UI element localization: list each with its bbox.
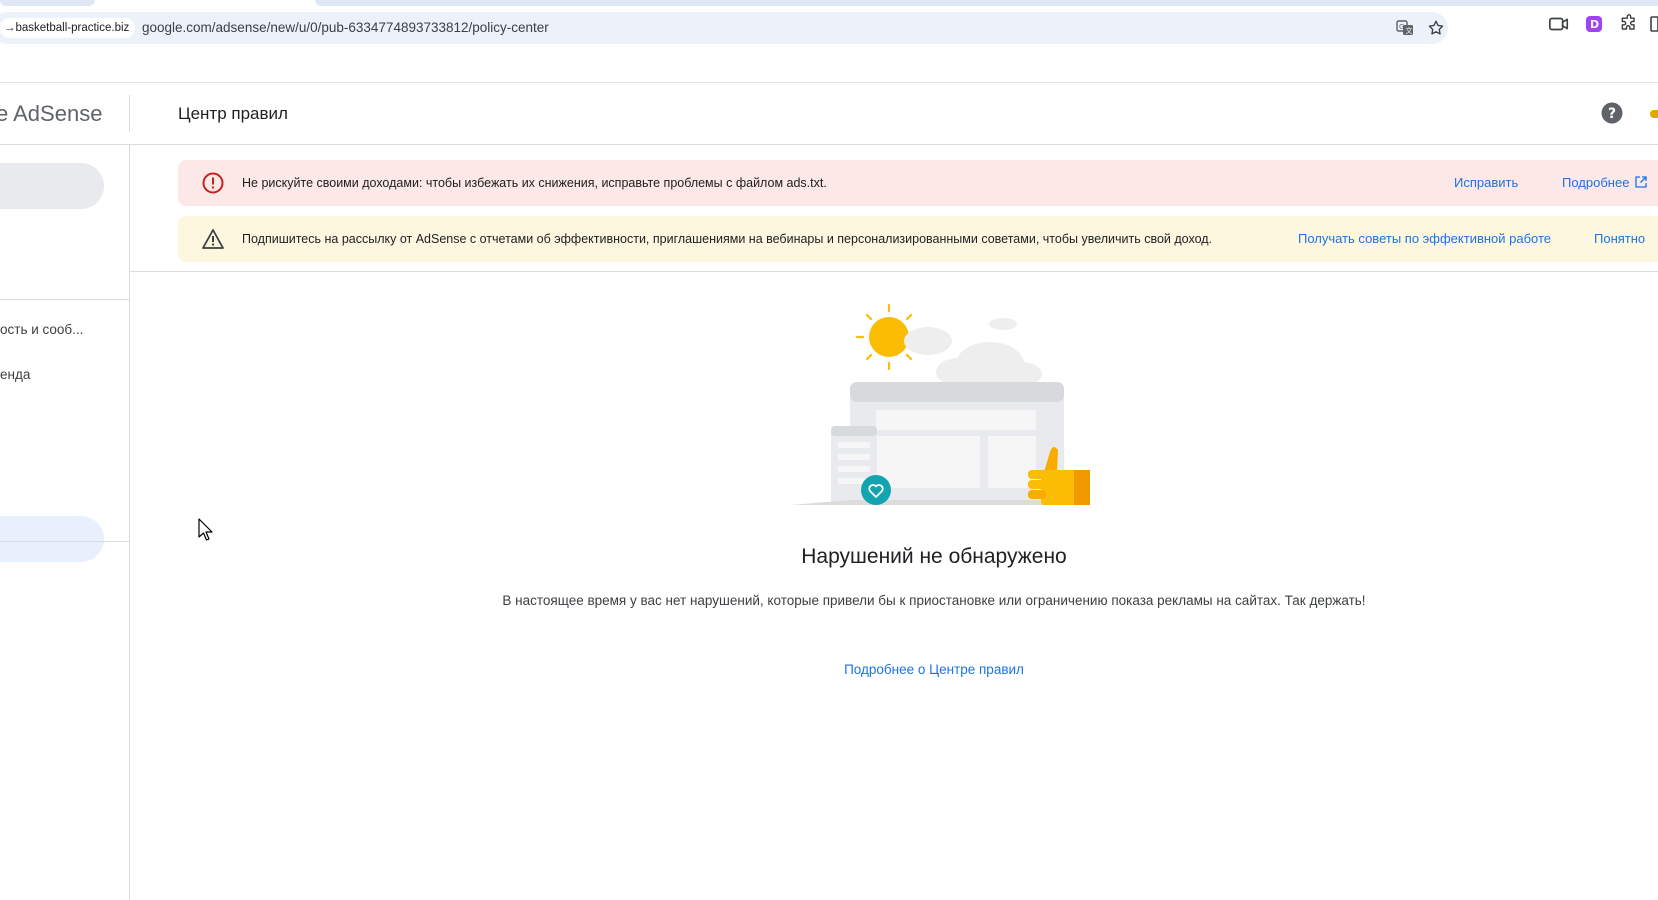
brand-logo-text[interactable]: e AdSense [0, 83, 102, 144]
help-circle-icon[interactable]: ? [1601, 102, 1623, 124]
no-violations-illustration [790, 303, 1090, 505]
subscribe-tips-button[interactable]: Получать советы по эффективной работе [1298, 216, 1551, 262]
browser-tab[interactable] [0, 0, 95, 6]
sidebar-item-brand[interactable]: енда [0, 367, 30, 382]
warning-icon [202, 228, 224, 250]
ads-txt-alert: Не рискуйте своими доходами: чтобы избеж… [178, 160, 1658, 206]
cloud-icon [904, 318, 1042, 386]
svg-text:G: G [1399, 23, 1404, 31]
empty-state-title: Нарушений не обнаружено [801, 545, 1067, 568]
learn-more-label: Подробнее [1562, 175, 1630, 190]
header-divider [129, 95, 130, 132]
address-bar[interactable]: →basketball-practice.biz google.com/adse… [0, 12, 1448, 44]
content-divider [130, 271, 1658, 272]
puzzle-icon[interactable] [1617, 12, 1641, 36]
sidebar-item-top[interactable] [0, 163, 104, 209]
fix-button[interactable]: Исправить [1454, 160, 1518, 206]
policy-center-learn-more-link[interactable]: Подробнее о Центре правил [844, 662, 1024, 677]
sidebar-divider [0, 299, 129, 300]
mouse-cursor-icon [198, 518, 213, 541]
external-link-icon [1635, 176, 1647, 188]
error-icon [202, 172, 224, 194]
svg-text:文: 文 [1406, 26, 1413, 35]
alert-message: Не рискуйте своими доходами: чтобы избеж… [242, 176, 827, 190]
browser-tabstrip [0, 0, 1658, 8]
star-icon[interactable] [1425, 12, 1447, 44]
empty-state-description: В настоящее время у вас нет нарушений, к… [502, 593, 1366, 608]
browser-toolbar: →basketball-practice.biz google.com/adse… [0, 8, 1658, 50]
newsletter-message: Подпишитесь на рассылку от AdSense с отч… [242, 232, 1213, 246]
sidebar-divider [0, 541, 129, 542]
page-title: Центр правил [178, 104, 288, 123]
dismiss-button[interactable]: Понятно [1594, 216, 1645, 262]
policy-center-info-link-row: Подробнее о Центре правил [0, 662, 1658, 677]
site-chip[interactable]: →basketball-practice.biz [0, 18, 136, 38]
toolbar-edge-icon [1650, 12, 1658, 36]
sidebar: ость и сооб... енда [0, 145, 130, 900]
bookmark-bar [0, 50, 1658, 83]
browser-tab-active[interactable] [315, 0, 1658, 6]
app-header: e AdSense Центр правил ? [0, 83, 1658, 145]
url-text[interactable]: google.com/adsense/new/u/0/pub-633477489… [142, 12, 549, 44]
heart-icon [861, 475, 891, 505]
extension-d-icon[interactable]: D [1582, 12, 1606, 36]
newsletter-alert: Подпишитесь на рассылку от AdSense с отч… [178, 216, 1658, 262]
svg-text:D: D [1590, 18, 1599, 31]
sidebar-item-privacy-messages[interactable]: ость и сооб... [0, 322, 83, 337]
svg-text:?: ? [1608, 106, 1616, 122]
account-avatar[interactable] [1650, 110, 1658, 118]
learn-more-link[interactable]: Подробнее [1562, 160, 1647, 206]
translate-icon[interactable]: G文 [1394, 12, 1416, 44]
video-icon[interactable] [1547, 12, 1571, 36]
